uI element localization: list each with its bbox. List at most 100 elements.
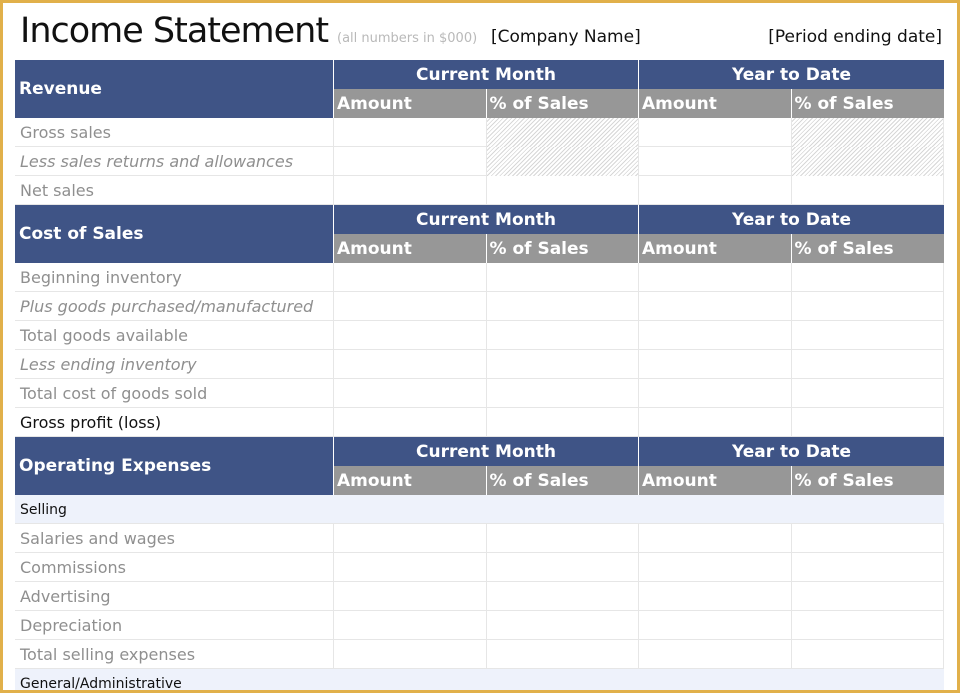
current-month-header: Current Month — [334, 60, 639, 89]
pct-cell[interactable] — [792, 611, 944, 640]
table-row: Total cost of goods sold — [15, 379, 944, 408]
worksheet-frame: Income Statement (all numbers in $000) [… — [0, 0, 960, 693]
amount-cell[interactable] — [639, 263, 792, 292]
table-row: Gross sales — [15, 118, 944, 147]
amount-header: Amount — [639, 234, 792, 263]
income-statement-table: Revenue Current Month Year to Date Amoun… — [15, 60, 944, 692]
row-label: Beginning inventory — [15, 263, 334, 292]
period-ending-field[interactable]: [Period ending date] — [768, 27, 942, 47]
pct-cell[interactable] — [487, 640, 639, 669]
report-header: Income Statement (all numbers in $000) [… — [3, 3, 957, 63]
row-label: Commissions — [15, 553, 334, 582]
amount-cell[interactable] — [639, 408, 792, 437]
subsection-label: General/Administrative — [20, 675, 182, 692]
pct-cell[interactable] — [792, 582, 944, 611]
amount-cell[interactable] — [334, 640, 487, 669]
pct-cell[interactable] — [487, 524, 639, 553]
row-label: Gross profit (loss) — [15, 408, 334, 437]
amount-cell[interactable] — [639, 292, 792, 321]
pct-sales-header: % of Sales — [486, 466, 639, 495]
table-row: Depreciation — [15, 611, 944, 640]
row-label: Less sales returns and allowances — [15, 147, 334, 176]
row-label: Gross sales — [15, 118, 334, 147]
table-row: Beginning inventory — [15, 263, 944, 292]
company-name-field[interactable]: [Company Name] — [491, 27, 641, 47]
pct-cell[interactable] — [792, 321, 944, 350]
amount-cell[interactable] — [334, 408, 487, 437]
amount-header: Amount — [334, 466, 487, 495]
amount-cell[interactable] — [334, 582, 487, 611]
table-row: Total selling expenses — [15, 640, 944, 669]
pct-cell-disabled — [791, 118, 944, 147]
pct-sales-header: % of Sales — [791, 234, 944, 263]
pct-cell[interactable] — [487, 408, 639, 437]
amount-cell[interactable] — [334, 611, 487, 640]
pct-cell[interactable] — [487, 321, 639, 350]
amount-cell[interactable] — [639, 640, 792, 669]
row-label: Total selling expenses — [15, 640, 334, 669]
amount-cell[interactable] — [639, 147, 792, 176]
operating-expenses-section-header: Operating Expenses Current Month Year to… — [15, 437, 944, 495]
row-label: Net sales — [15, 176, 334, 205]
pct-cell[interactable] — [792, 408, 944, 437]
row-label: Total goods available — [15, 321, 334, 350]
amount-cell[interactable] — [639, 350, 792, 379]
amount-cell[interactable] — [639, 553, 792, 582]
amount-cell[interactable] — [639, 118, 792, 147]
pct-cell[interactable] — [792, 553, 944, 582]
amount-cell[interactable] — [334, 118, 487, 147]
amount-cell[interactable] — [334, 553, 487, 582]
amount-cell[interactable] — [334, 321, 487, 350]
pct-cell[interactable] — [792, 263, 944, 292]
table-row: Less ending inventory — [15, 350, 944, 379]
pct-cell[interactable] — [792, 176, 944, 205]
amount-cell[interactable] — [334, 292, 487, 321]
amount-header: Amount — [334, 89, 487, 118]
table-row: Plus goods purchased/manufactured — [15, 292, 944, 321]
pct-cell[interactable] — [487, 582, 639, 611]
cost-of-sales-section-header: Cost of Sales Current Month Year to Date… — [15, 205, 944, 263]
pct-cell-disabled — [486, 118, 639, 147]
pct-sales-header: % of Sales — [791, 89, 944, 118]
amount-cell[interactable] — [639, 611, 792, 640]
amount-cell[interactable] — [334, 524, 487, 553]
amount-cell[interactable] — [639, 379, 792, 408]
amount-header: Amount — [639, 89, 792, 118]
amount-cell[interactable] — [334, 147, 487, 176]
pct-cell[interactable] — [792, 640, 944, 669]
row-label: Plus goods purchased/manufactured — [15, 292, 334, 321]
pct-cell[interactable] — [792, 350, 944, 379]
row-label: Advertising — [15, 582, 334, 611]
pct-cell[interactable] — [792, 292, 944, 321]
amount-cell[interactable] — [639, 176, 792, 205]
amount-cell[interactable] — [639, 321, 792, 350]
row-label: Total cost of goods sold — [15, 379, 334, 408]
pct-cell[interactable] — [792, 524, 944, 553]
pct-cell[interactable] — [487, 263, 639, 292]
table-row: Advertising — [15, 582, 944, 611]
pct-cell[interactable] — [487, 379, 639, 408]
amount-cell[interactable] — [334, 176, 487, 205]
general-admin-subsection: General/Administrative — [15, 669, 944, 692]
amount-cell[interactable] — [334, 263, 487, 292]
amount-cell[interactable] — [334, 350, 487, 379]
amount-cell[interactable] — [639, 582, 792, 611]
pct-cell[interactable] — [487, 292, 639, 321]
pct-cell-disabled — [791, 147, 944, 176]
current-month-header: Current Month — [334, 437, 639, 466]
amount-cell[interactable] — [334, 379, 487, 408]
pct-cell[interactable] — [487, 176, 639, 205]
amount-cell[interactable] — [639, 524, 792, 553]
pct-cell[interactable] — [487, 553, 639, 582]
pct-sales-header: % of Sales — [486, 234, 639, 263]
operating-expenses-title: Operating Expenses — [15, 437, 334, 495]
table-row: Total goods available — [15, 321, 944, 350]
pct-cell[interactable] — [487, 350, 639, 379]
pct-sales-header: % of Sales — [486, 89, 639, 118]
subsection-label: Selling — [20, 501, 67, 518]
pct-cell[interactable] — [487, 611, 639, 640]
amount-header: Amount — [334, 234, 487, 263]
current-month-header: Current Month — [334, 205, 639, 234]
pct-cell[interactable] — [792, 379, 944, 408]
revenue-section-header: Revenue Current Month Year to Date Amoun… — [15, 60, 944, 118]
